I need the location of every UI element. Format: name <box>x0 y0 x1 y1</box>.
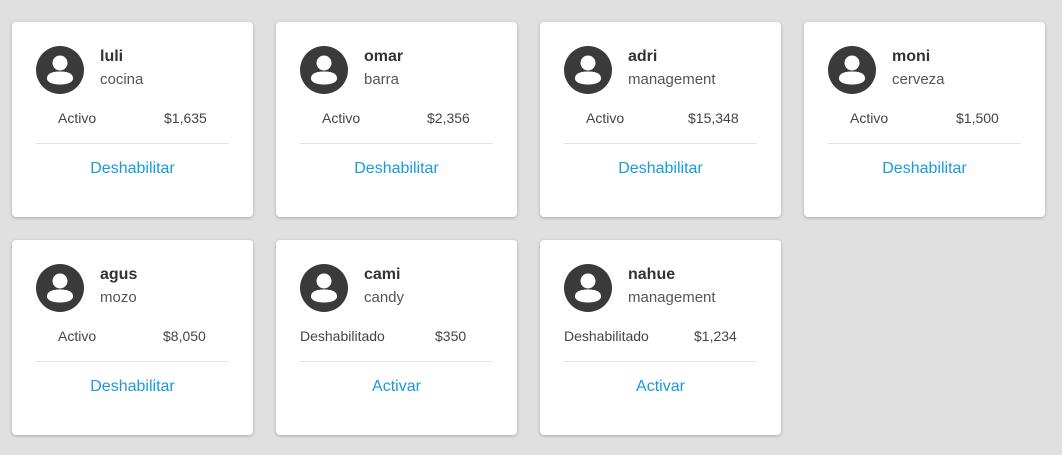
status-text: Deshabilitado <box>564 328 649 344</box>
account-circle-icon <box>828 46 876 94</box>
user-card-header: nahue management <box>564 264 716 312</box>
amount-text: $1,234 <box>694 328 737 344</box>
amount-text: $15,348 <box>688 110 739 126</box>
account-circle-icon <box>36 264 84 312</box>
card-divider <box>564 361 757 362</box>
user-name: luli <box>100 48 124 65</box>
status-text: Deshabilitado <box>300 328 385 344</box>
user-names: luli cocina <box>100 46 143 90</box>
user-names: agus mozo <box>100 264 137 308</box>
user-role: mozo <box>100 289 137 306</box>
card-divider <box>828 143 1021 144</box>
status-text: Activo <box>58 110 97 126</box>
account-circle-icon <box>564 46 612 94</box>
deshabilitar-button[interactable]: Deshabilitar <box>540 158 781 180</box>
card-divider <box>300 361 493 362</box>
user-role: management <box>628 289 716 306</box>
user-names: adri management <box>628 46 716 90</box>
account-circle-icon <box>564 264 612 312</box>
amount-text: $8,050 <box>163 328 206 344</box>
amount-text: $350 <box>435 328 467 344</box>
user-name: adri <box>628 48 658 65</box>
account-circle-icon <box>300 46 348 94</box>
account-circle-icon <box>300 264 348 312</box>
user-names: nahue management <box>628 264 716 308</box>
user-names: moni cerveza <box>892 46 945 90</box>
deshabilitar-button[interactable]: Deshabilitar <box>12 158 253 180</box>
user-role: cocina <box>100 71 144 88</box>
user-card-header: adri management <box>564 46 716 94</box>
user-names: omar barra <box>364 46 403 90</box>
user-card-header: agus mozo <box>36 264 137 312</box>
user-name: omar <box>364 48 404 65</box>
user-card: omar barra Activo $2,356 Deshabilitar <box>276 22 517 217</box>
user-card-header: moni cerveza <box>828 46 945 94</box>
user-card: moni cerveza Activo $1,500 Deshabilitar <box>804 22 1045 217</box>
card-divider <box>36 361 229 362</box>
user-name: nahue <box>628 266 676 283</box>
user-card-header: omar barra <box>300 46 403 94</box>
status-text: Activo <box>850 110 889 126</box>
deshabilitar-button[interactable]: Deshabilitar <box>12 376 253 398</box>
user-card: agus mozo Activo $8,050 Deshabilitar <box>12 240 253 435</box>
user-role: barra <box>364 71 400 88</box>
account-circle-icon <box>36 46 84 94</box>
card-divider <box>300 143 493 144</box>
user-name: cami <box>364 266 401 283</box>
status-text: Activo <box>322 110 361 126</box>
user-card-grid: luli cocina Activo $1,635 Deshabilitar o… <box>12 22 1045 435</box>
user-card: cami candy Deshabilitado $350 Activar <box>276 240 517 435</box>
user-card-header: luli cocina <box>36 46 143 94</box>
card-divider <box>36 143 229 144</box>
amount-text: $1,635 <box>164 110 207 126</box>
status-text: Activo <box>586 110 625 126</box>
user-role: candy <box>364 289 405 306</box>
user-card-header: cami candy <box>300 264 404 312</box>
user-name: agus <box>100 266 138 283</box>
user-card: luli cocina Activo $1,635 Deshabilitar <box>12 22 253 217</box>
user-names: cami candy <box>364 264 404 308</box>
card-divider <box>564 143 757 144</box>
user-card: nahue management Deshabilitado $1,234 Ac… <box>540 240 781 435</box>
amount-text: $1,500 <box>956 110 999 126</box>
deshabilitar-button[interactable]: Deshabilitar <box>804 158 1045 180</box>
user-card: adri management Activo $15,348 Deshabili… <box>540 22 781 217</box>
amount-text: $2,356 <box>427 110 470 126</box>
deshabilitar-button[interactable]: Deshabilitar <box>276 158 517 180</box>
user-role: management <box>628 71 716 88</box>
user-name: moni <box>892 48 931 65</box>
activar-button[interactable]: Activar <box>540 376 781 398</box>
user-role: cerveza <box>892 71 945 88</box>
status-text: Activo <box>58 328 97 344</box>
activar-button[interactable]: Activar <box>276 376 517 398</box>
